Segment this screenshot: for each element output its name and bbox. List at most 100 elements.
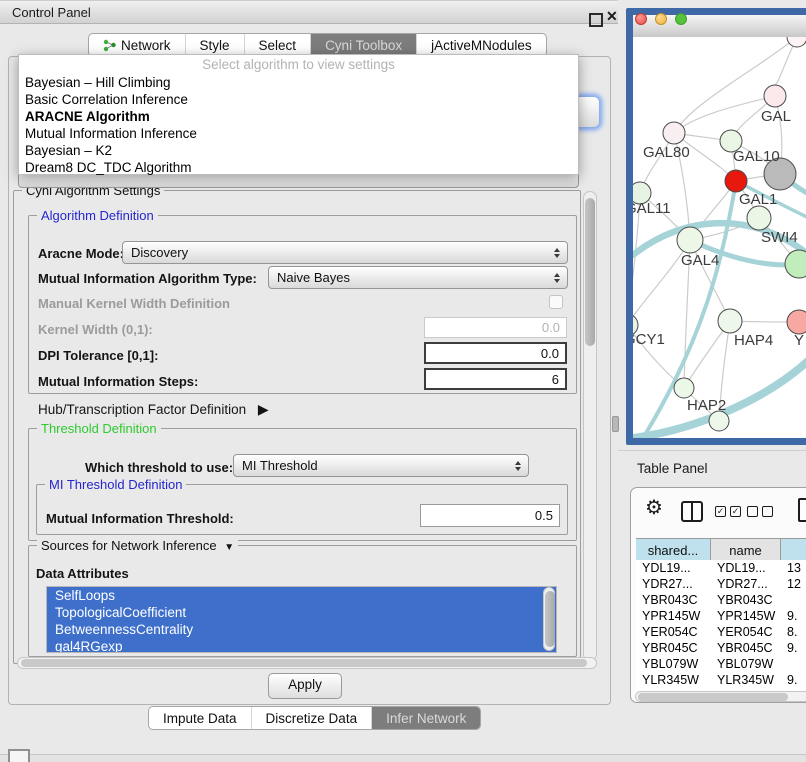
aracne-mode-select[interactable]: Discovery <box>122 241 568 264</box>
zoom-traffic-icon[interactable] <box>675 13 687 25</box>
show-columns-icon[interactable] <box>681 501 703 522</box>
table-row[interactable]: YLR345WYLR345W9. <box>636 672 806 688</box>
attribute-item-gal4rgexp[interactable]: gal4RGexp <box>47 638 556 653</box>
application-root: Control Panel ✕ NetworkStyle Select Cyni T… <box>0 0 806 762</box>
table-row[interactable]: YDL19...YDL19...13 <box>636 560 806 576</box>
bottom-corner-button[interactable] <box>8 749 30 762</box>
settings-vertical-scrollbar[interactable] <box>583 191 597 661</box>
tab-cyni-toolbox[interactable]: Cyni Toolbox <box>311 34 417 56</box>
tab-select[interactable]: Select <box>245 34 312 56</box>
which-threshold-label: Which threshold to use: <box>85 460 233 475</box>
attribute-item-betweennesscentrality[interactable]: BetweennessCentrality <box>47 621 556 638</box>
settings-horizontal-scrollbar[interactable] <box>17 657 597 669</box>
network-node-hap2[interactable] <box>674 378 694 398</box>
mi-steps-label: Mutual Information Steps: <box>38 374 198 389</box>
network-node-label-y: Y <box>794 332 804 349</box>
apply-button[interactable]: Apply <box>268 673 342 699</box>
settings-scrollbar-thumb[interactable] <box>585 198 595 346</box>
tab-select-label: Select <box>259 38 297 53</box>
close-panel-icon[interactable]: ✕ <box>606 8 618 25</box>
table-panel-title: Table Panel <box>637 461 708 476</box>
export-table-icon[interactable] <box>798 498 806 522</box>
table-settings-gear-icon[interactable]: ⚙ <box>645 498 663 518</box>
network-node[interactable] <box>787 37 806 47</box>
mi-steps-input[interactable]: 6 <box>424 368 567 390</box>
table-row[interactable]: YBL079WYBL079W <box>636 656 806 672</box>
tab-network[interactable]: Network <box>89 34 186 56</box>
network-canvas[interactable]: GALGAL80GAL10GAL1GAL11SWI4GAL4GCY1HAP4YH… <box>633 37 806 438</box>
network-node[interactable] <box>785 250 806 278</box>
float-panel-icon[interactable] <box>589 13 603 27</box>
network-icon <box>103 39 116 52</box>
algorithm-dropdown-placeholder: Select algorithm to view settings <box>19 55 578 74</box>
control-panel-title: Control Panel <box>12 5 91 20</box>
sources-group-title[interactable]: Sources for Network Inference ▼ <box>37 538 238 553</box>
mi-threshold-input[interactable]: 0.5 <box>420 504 560 527</box>
algorithm-option-basic-correlation-inference[interactable]: Basic Correlation Inference <box>19 91 578 108</box>
attributes-list-scrollbar[interactable] <box>543 587 555 651</box>
column-header-name[interactable]: name <box>711 539 781 561</box>
hub-definition-disclosure[interactable]: Hub/Transcription Factor Definition ▶ <box>38 401 269 418</box>
bottom-tab-discretize-data[interactable]: Discretize Data <box>252 707 373 729</box>
algorithm-option-mutual-information-inference[interactable]: Mutual Information Inference <box>19 125 578 142</box>
algorithm-option-bayesian-k2[interactable]: Bayesian – K2 <box>19 142 578 159</box>
which-threshold-select[interactable]: MI Threshold <box>233 454 529 477</box>
algorithm-option-dream8-dc-tdc-algorithm[interactable]: Dream8 DC_TDC Algorithm <box>19 159 578 176</box>
table-row[interactable]: YBR043CYBR043C <box>636 592 806 608</box>
mi-threshold-group-title: MI Threshold Definition <box>45 477 186 492</box>
table-row[interactable]: YDR27...YDR27...12 <box>636 576 806 592</box>
close-traffic-icon[interactable] <box>635 13 647 25</box>
checked-checkbox-icon: ✓ <box>730 506 741 517</box>
mi-algorithm-type-select[interactable]: Naive Bayes <box>268 266 568 289</box>
attribute-item-topologicalcoefficient[interactable]: TopologicalCoefficient <box>47 604 556 621</box>
table-cell: YBR043C <box>711 592 781 608</box>
network-node-gal80[interactable] <box>663 122 685 144</box>
cyni-bottom-tabs: Impute Data Discretize DataInfer Network <box>148 706 481 730</box>
column-header-shared[interactable]: shared... <box>636 539 711 561</box>
network-node-label-gal11: GAL11 <box>633 200 671 217</box>
tab-style[interactable]: Style <box>186 34 245 56</box>
bottom-tab-impute-data[interactable]: Impute Data <box>149 707 252 729</box>
tab-jactivemnodules[interactable]: jActiveMNodules <box>417 34 546 56</box>
table-cell: YDL19... <box>711 560 781 576</box>
mi-threshold-label: Mutual Information Threshold: <box>46 511 234 526</box>
table-window: ⚙ ✓ ✓ shared...nameA YDL19...YDL19...13Y… <box>630 487 806 703</box>
algorithm-dropdown-list: Bayesian – Hill ClimbingBasic Correlatio… <box>19 74 578 176</box>
select-all-columns-icon[interactable]: ✓ ✓ <box>715 506 741 517</box>
attributes-scrollbar-thumb[interactable] <box>545 591 555 647</box>
kernel-width-value: 0.0 <box>542 320 560 335</box>
bottom-tab-infer-network[interactable]: Infer Network <box>372 707 480 729</box>
unselect-all-columns-icon[interactable] <box>747 506 773 517</box>
disclosure-right-arrow-icon: ▶ <box>258 401 269 417</box>
minimize-traffic-icon[interactable] <box>655 13 667 25</box>
bottom-tab-impute-data-label: Impute Data <box>163 711 237 726</box>
network-node-swi4[interactable] <box>747 206 771 230</box>
table-cell: YDR27... <box>711 576 781 592</box>
table-cell: YER054C <box>711 624 781 640</box>
table-hscrollbar-thumb[interactable] <box>638 693 788 701</box>
splitpane-divider-handle[interactable] <box>612 416 619 432</box>
manual-kernel-width-checkbox[interactable] <box>549 295 563 309</box>
which-threshold-value: MI Threshold <box>242 458 318 473</box>
network-node[interactable] <box>709 411 729 431</box>
network-node-gal[interactable] <box>764 85 786 107</box>
table-row[interactable]: YPR145WYPR145W9. <box>636 608 806 624</box>
table-row[interactable]: YER054CYER054C8. <box>636 624 806 640</box>
algorithm-option-aracne-algorithm[interactable]: ARACNE Algorithm <box>19 108 578 125</box>
kernel-width-label: Kernel Width (0,1): <box>38 322 153 337</box>
network-node-label-gal: GAL <box>761 108 791 125</box>
network-node-gal4[interactable] <box>677 227 703 253</box>
attribute-item-selfloops[interactable]: SelfLoops <box>47 587 556 604</box>
network-node-y[interactable] <box>787 310 806 334</box>
column-header-a[interactable]: A <box>781 539 806 561</box>
table-horizontal-scrollbar[interactable] <box>635 691 806 702</box>
network-node-hap4[interactable] <box>718 309 742 333</box>
network-node-gal1[interactable] <box>725 170 747 192</box>
kernel-width-input[interactable]: 0.0 <box>424 317 567 338</box>
table-row[interactable]: YBR045CYBR045C9. <box>636 640 806 656</box>
algorithm-option-bayesian-hill-climbing[interactable]: Bayesian – Hill Climbing <box>19 74 578 91</box>
dpi-tolerance-input[interactable]: 0.0 <box>424 342 567 364</box>
settings-hscrollbar-thumb[interactable] <box>21 659 587 667</box>
network-node-label-gcy1: GCY1 <box>633 331 665 348</box>
data-attributes-list[interactable]: SelfLoopsTopologicalCoefficientBetweenne… <box>46 586 557 653</box>
